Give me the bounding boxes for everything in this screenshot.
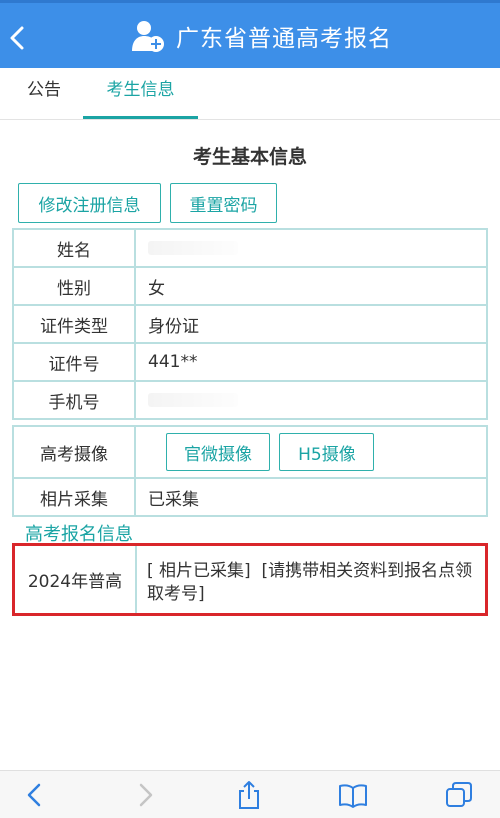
photo-table: 高考摄像 官微摄像 H5摄像 相片采集 已采集 [12, 425, 488, 517]
edit-registration-button[interactable]: 修改注册信息 [18, 183, 161, 223]
registration-status: [ 相片已采集] [请携带相关资料到报名点领取考号] [147, 560, 477, 606]
table-row: 证件号 441** [12, 342, 488, 382]
id-number-value: 441** [134, 342, 488, 382]
name-value [134, 228, 488, 268]
redacted-value [148, 393, 238, 407]
bookmarks-icon[interactable] [338, 779, 368, 811]
app-header: 广东省普通高考报名 [0, 0, 500, 68]
forward-icon[interactable] [130, 779, 160, 811]
registration-year-label: 2024年普高 [15, 546, 137, 613]
tab-candidate-info[interactable]: 考生信息 [83, 68, 198, 120]
phone-label: 手机号 [12, 380, 136, 420]
person-add-icon [130, 18, 166, 54]
status-strip [0, 0, 500, 3]
redacted-value [148, 241, 238, 255]
photo-collect-value: 已采集 [134, 477, 488, 517]
id-type-label: 证件类型 [12, 304, 136, 344]
camera-label: 高考摄像 [12, 425, 136, 479]
photo-collect-label: 相片采集 [12, 477, 136, 517]
table-row: 证件类型 身份证 [12, 304, 488, 344]
section-title: 考生基本信息 [192, 146, 307, 168]
registration-row: 2024年普高 [ 相片已采集] [请携带相关资料到报名点领取考号] [12, 543, 488, 616]
reset-password-button[interactable]: 重置密码 [170, 183, 277, 223]
name-label: 姓名 [12, 228, 136, 268]
phone-value [134, 380, 488, 420]
table-row: 姓名 [12, 228, 488, 268]
table-row: 手机号 [12, 380, 488, 420]
camera-actions: 官微摄像 H5摄像 [134, 425, 488, 479]
tab-bar: 公告 考生信息 [0, 68, 500, 120]
h5-camera-button[interactable]: H5摄像 [279, 433, 375, 471]
gender-label: 性别 [12, 266, 136, 306]
basic-info-table: 姓名 性别 女 证件类型 身份证 证件号 441** 手机号 [12, 228, 488, 420]
share-icon[interactable] [234, 779, 264, 811]
id-type-value: 身份证 [134, 304, 488, 344]
gender-value: 女 [134, 266, 488, 306]
header-center: 广东省普通高考报名 [130, 16, 392, 56]
back-icon[interactable] [4, 20, 32, 56]
table-row: 高考摄像 官微摄像 H5摄像 [12, 425, 488, 479]
photo-status-text: [ 相片已采集] [147, 561, 251, 581]
page-title: 广东省普通高考报名 [176, 26, 392, 52]
table-row: 性别 女 [12, 266, 488, 306]
tab-notice[interactable]: 公告 [24, 68, 64, 120]
id-number-label: 证件号 [12, 342, 136, 382]
browser-toolbar [0, 770, 500, 818]
tab-active-indicator [83, 116, 198, 119]
back-icon[interactable] [20, 779, 50, 811]
official-camera-button[interactable]: 官微摄像 [166, 433, 270, 471]
tabs-icon[interactable] [444, 779, 474, 811]
table-row: 相片采集 已采集 [12, 477, 488, 517]
